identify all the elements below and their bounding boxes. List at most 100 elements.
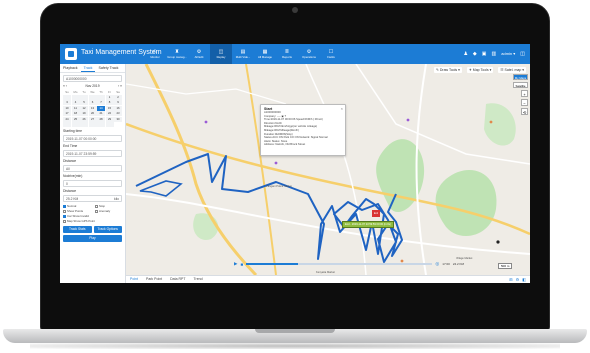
calendar-day xyxy=(63,94,71,100)
checkbox-icon[interactable] xyxy=(63,214,66,218)
profile-icon[interactable]: ♟ xyxy=(463,50,467,58)
option-checkbox[interactable]: Show Points xyxy=(63,209,95,213)
calendar-day[interactable]: 17 xyxy=(63,111,71,116)
checkbox-icon[interactable] xyxy=(94,209,98,213)
speed-icon[interactable]: ◎ xyxy=(435,261,439,267)
calendar-day xyxy=(71,94,80,100)
zoom-out-icon[interactable]: − xyxy=(521,99,528,106)
calendar-day[interactable]: 30 xyxy=(114,116,122,122)
distance2-field[interactable]: 25.2 KM kilo xyxy=(63,195,122,202)
calendar-day[interactable]: 6 xyxy=(88,100,97,105)
option-checkbox[interactable]: Car Show Invalid xyxy=(63,214,95,218)
distance-label: Distance xyxy=(63,159,77,163)
calendar-day[interactable]: 2 xyxy=(114,94,122,100)
nav-item-group-manag[interactable]: ♜ Group manag... xyxy=(166,44,188,64)
nav-item-reports[interactable]: ≣ Reports xyxy=(276,44,298,64)
option-checkbox[interactable]: Anomaly xyxy=(94,209,122,213)
calendar-day[interactable]: 10 xyxy=(63,105,71,111)
calendar-day xyxy=(97,122,105,127)
calendar-day[interactable]: 15 xyxy=(105,105,114,111)
tab-track[interactable]: Track xyxy=(80,64,96,72)
end-marker[interactable]: End xyxy=(372,210,380,217)
calendar-day[interactable]: 22 xyxy=(105,111,114,116)
starting-time-field[interactable]: 2019-11-07 00:00:00 xyxy=(63,135,122,142)
nav-item-fields[interactable]: ☐ Fields xyxy=(320,44,342,64)
nav-item-all-edit[interactable]: ⚙ All Edit xyxy=(188,44,210,64)
option-checkbox[interactable]: Normal xyxy=(63,204,95,208)
message-icon[interactable]: ▣ xyxy=(482,50,487,58)
calendar-day[interactable]: 27 xyxy=(88,116,97,122)
window-icon[interactable]: ◫ xyxy=(520,50,525,58)
nav-item-operations[interactable]: ⚙ Operations xyxy=(298,44,320,64)
nodrive-field[interactable]: 0 xyxy=(63,180,122,187)
satellite-button[interactable]: Satellite xyxy=(513,82,528,88)
checkbox-icon[interactable] xyxy=(63,209,66,213)
draw-tools-button[interactable]: ✎ Draw Tools ▾ xyxy=(434,67,462,73)
tab-park-point[interactable]: Park Point xyxy=(146,276,162,283)
calendar-day[interactable]: 8 xyxy=(105,100,114,105)
tab-point[interactable]: Point xyxy=(130,276,138,283)
track-options-button[interactable]: Track Options xyxy=(93,226,122,233)
calendar-day[interactable]: 16 xyxy=(114,105,122,111)
tab-trend[interactable]: Trend xyxy=(194,276,203,283)
calendar-day[interactable]: 5 xyxy=(80,100,88,105)
map-tools-button[interactable]: ✈ Map Tools ▾ xyxy=(466,67,494,73)
gear-icon[interactable]: ⚙ xyxy=(516,277,520,282)
calendar-day[interactable]: 18 xyxy=(71,111,80,116)
checkbox-icon[interactable] xyxy=(63,204,66,208)
calendar-day[interactable]: 24 xyxy=(63,116,71,122)
calendar-day[interactable]: 28 xyxy=(97,116,105,122)
tab-safety-track[interactable]: Safety Track xyxy=(95,64,121,72)
calendar-day[interactable]: 13 xyxy=(88,105,97,111)
user-menu[interactable]: admin ▾ xyxy=(501,50,515,58)
track-stats-button[interactable]: Track Stats xyxy=(63,226,92,233)
nav-item-multi-vide[interactable]: ▤ Multi Vide... xyxy=(232,44,254,64)
calendar-day[interactable]: 23 xyxy=(114,111,122,116)
grid-icon[interactable]: ⊞ xyxy=(509,277,512,282)
calendar-day[interactable]: 14 xyxy=(97,105,105,111)
calendar-day[interactable]: 19 xyxy=(80,111,88,116)
calendar-day[interactable]: 3 xyxy=(63,100,71,105)
calendar-day[interactable]: 12 xyxy=(80,105,88,111)
stop-icon[interactable]: ■ xyxy=(240,262,243,267)
calendar-day[interactable]: 26 xyxy=(80,116,88,122)
calendar-day[interactable]: 9 xyxy=(114,100,122,105)
rotate-icon[interactable]: ⟲ xyxy=(521,108,528,115)
option-checkbox[interactable]: Map Show GPS Point xyxy=(63,219,95,223)
tab-data-rpt[interactable]: Data RPT xyxy=(170,276,185,283)
alert-icon[interactable]: ◆ xyxy=(473,50,477,58)
play-button[interactable]: Play xyxy=(63,235,122,242)
action-buttons: Track Stats Track Options xyxy=(63,226,122,233)
zoom-in-icon[interactable]: + xyxy=(521,90,528,97)
distance-select[interactable]: All xyxy=(63,165,122,172)
vehicle-search-input[interactable]: A1000000000 xyxy=(63,75,122,82)
nav-item-all-manage[interactable]: ▦ All Manage xyxy=(254,44,276,64)
panel-icon[interactable]: ◧ xyxy=(522,277,526,282)
tab-playback[interactable]: Playback xyxy=(60,64,81,72)
settings-icon[interactable]: ▥ xyxy=(492,50,497,58)
checkbox-icon[interactable] xyxy=(94,204,98,208)
play-icon[interactable]: ▶ xyxy=(234,261,237,267)
nodrive-label: Nodrive(min) xyxy=(63,174,83,178)
calendar-day[interactable]: 7 xyxy=(97,100,105,105)
my-maps-button[interactable]: My Maps xyxy=(513,74,528,80)
calendar-day xyxy=(88,122,97,127)
playback-progress-track[interactable] xyxy=(246,263,433,265)
end-time-field[interactable]: 2019-11-07 23:59:59 xyxy=(63,150,122,157)
checkbox-icon[interactable] xyxy=(63,219,66,223)
close-icon[interactable]: × xyxy=(341,106,343,111)
map-view[interactable]: Pangani Police StationKenyatta MarketNai… xyxy=(126,64,530,275)
calendar-day[interactable]: 25 xyxy=(71,116,80,122)
checkbox-label: Normal xyxy=(67,204,77,208)
calendar-day[interactable]: 4 xyxy=(71,100,80,105)
calendar-day[interactable]: 1 xyxy=(105,94,114,100)
calendar-day xyxy=(71,122,80,127)
calendar-day[interactable]: 29 xyxy=(105,116,114,122)
calendar-day[interactable]: 21 xyxy=(97,111,105,116)
calendar-day[interactable]: 20 xyxy=(88,111,97,116)
calendar-day[interactable]: 11 xyxy=(71,105,80,111)
option-checkbox[interactable]: Stop xyxy=(94,204,122,208)
nav-item-replay[interactable]: ◫ Replay xyxy=(210,44,232,64)
satellite-map-button[interactable]: ☷ Satel. map ▾ xyxy=(498,67,526,73)
nav-item-monitor[interactable]: ☖ Monitor xyxy=(144,44,166,64)
